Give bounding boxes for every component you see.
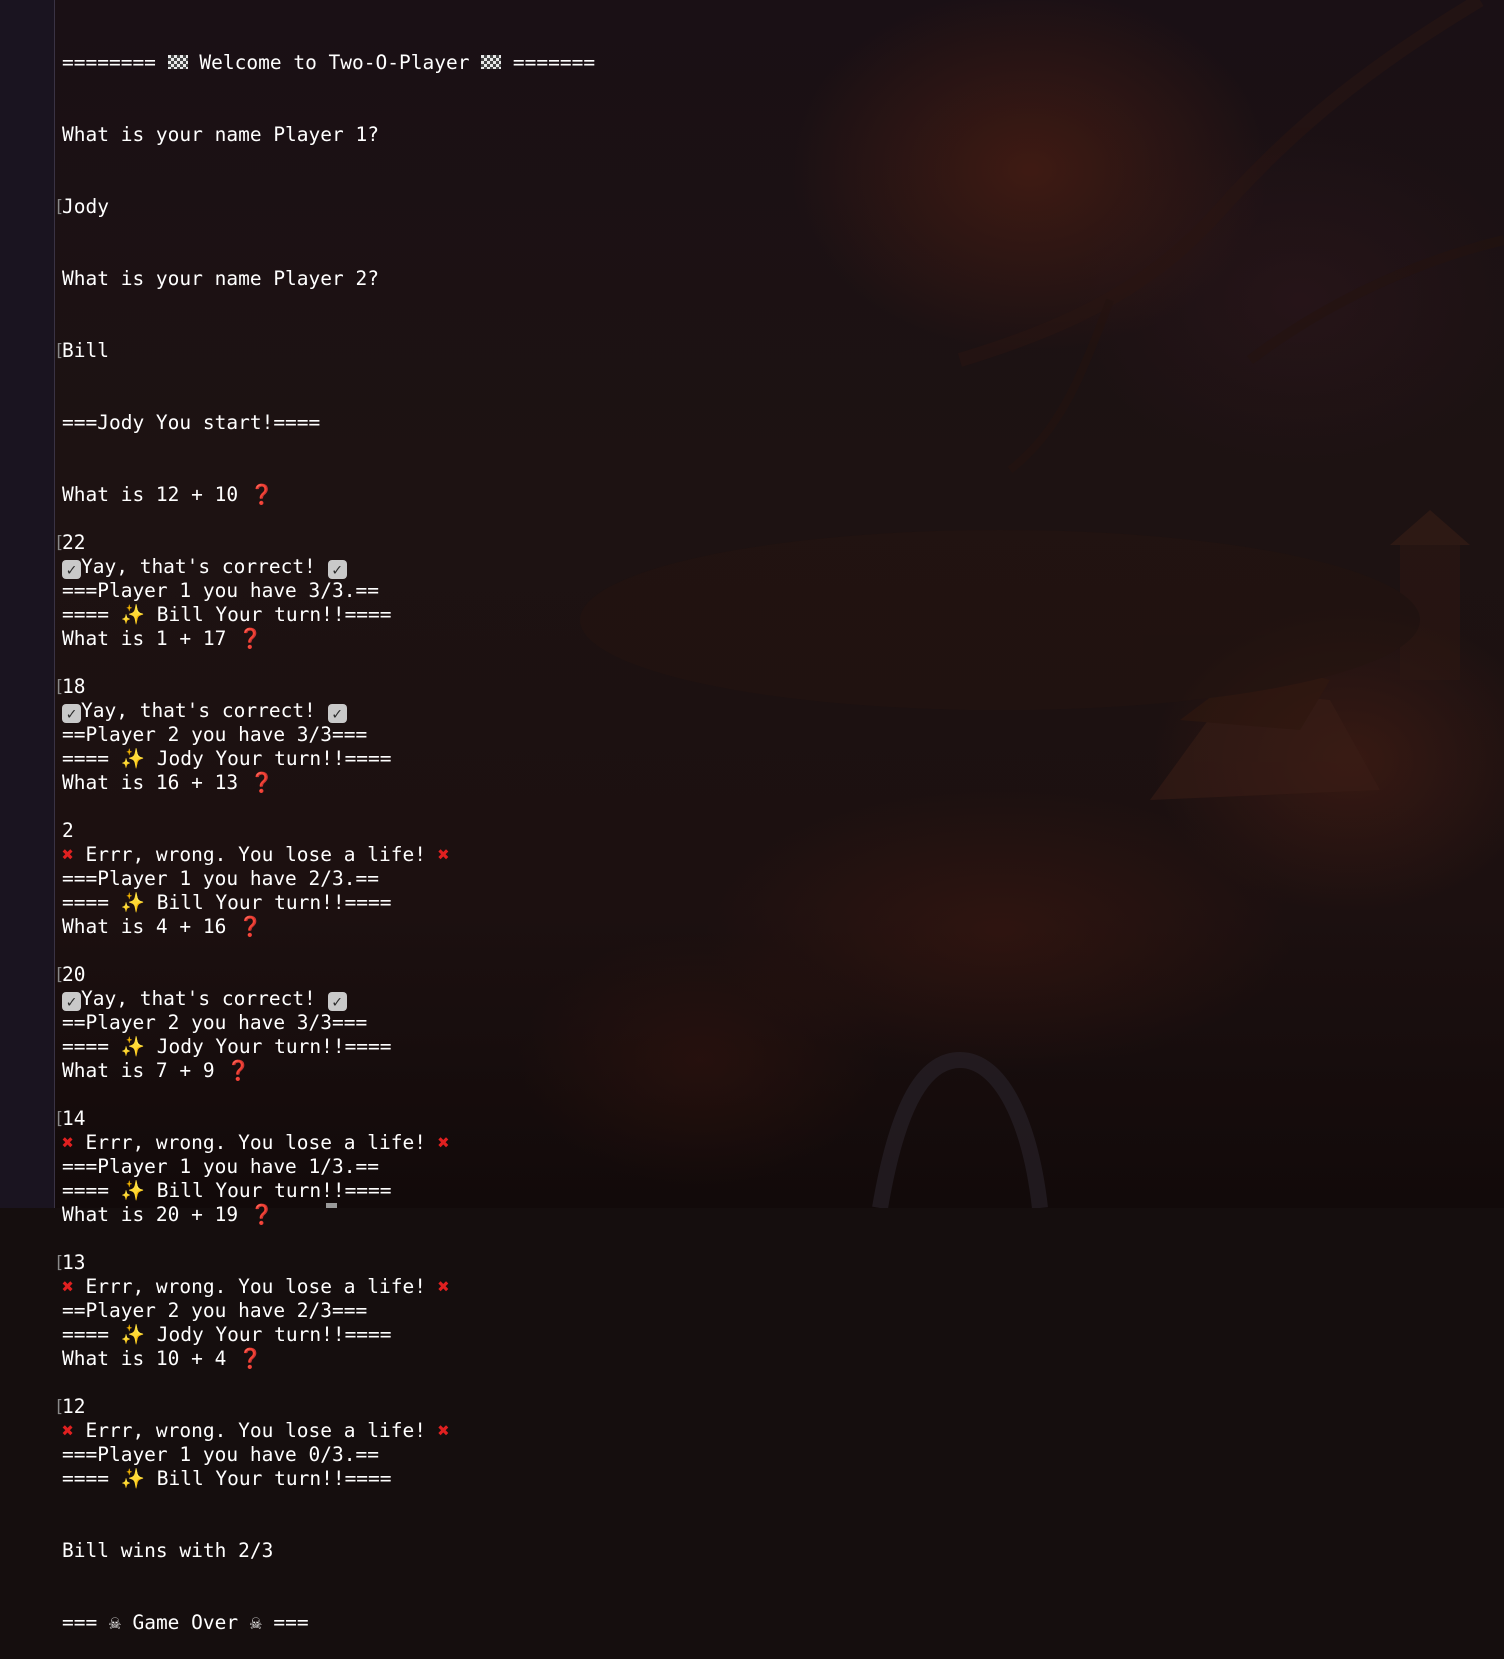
check-icon: ✓	[327, 704, 347, 723]
check-icon: ✓	[327, 992, 347, 1011]
input-marker: [	[54, 533, 65, 553]
hill	[580, 530, 1420, 710]
sparkle-icon: ✨	[120, 1035, 145, 1058]
result-wrong: ✖ Errr, wrong. You lose a life! ✖	[62, 843, 450, 866]
answer-line: [14	[54, 1107, 86, 1130]
cross-icon: ✖	[437, 843, 450, 866]
game-over-banner: === ☠ Game Over ☠ ===	[62, 1611, 309, 1634]
tree-branch	[1247, 235, 1504, 365]
check-icon: ✓	[62, 704, 81, 723]
input-marker: [	[54, 1397, 65, 1417]
score-line: ===Player 1 you have 0/3.==	[62, 1443, 379, 1466]
score-line: ==Player 2 you have 3/3===	[62, 723, 368, 746]
checkered-flag-icon	[481, 55, 502, 69]
sparkle-icon: ✨	[120, 747, 145, 770]
result-wrong: ✖ Errr, wrong. You lose a life! ✖	[62, 1131, 450, 1154]
check-icon: ✓	[327, 560, 347, 579]
question-mark-icon: ❓	[249, 483, 275, 506]
prompt-player-2: What is your name Player 2?	[62, 267, 379, 290]
question-line: What is 16 + 13 ❓	[62, 771, 275, 794]
cross-icon: ✖	[437, 1131, 450, 1154]
question-line: What is 12 + 10 ❓	[62, 483, 275, 506]
input-marker: [	[54, 677, 65, 697]
result-wrong: ✖ Errr, wrong. You lose a life! ✖	[62, 1275, 450, 1298]
check-icon: ✓	[62, 992, 81, 1011]
checkered-flag-icon	[167, 55, 188, 69]
village-tower-roof	[1390, 510, 1470, 545]
sparkle-icon: ✨	[120, 891, 145, 914]
check-icon: ✓	[62, 560, 81, 579]
window-sidebar-edge	[0, 0, 55, 1208]
result-correct: ✓ Yay, that's correct! ✓	[62, 699, 595, 723]
terminal-output[interactable]: ======== Welcome to Two-O-Player =======…	[54, 3, 596, 1659]
cross-icon: ✖	[62, 843, 74, 866]
turn-line: ==== ✨ Bill Your turn!!====	[62, 1467, 392, 1490]
start-message: ===Jody You start!====	[62, 411, 321, 434]
score-line: ===Player 1 you have 2/3.==	[62, 867, 379, 890]
question-mark-icon: ❓	[249, 1203, 275, 1226]
turn-line: ==== ✨ Bill Your turn!!====	[62, 891, 392, 914]
input-marker: [	[54, 341, 65, 361]
turn-line: ==== ✨ Bill Your turn!!====	[62, 1179, 392, 1202]
input-marker: [	[54, 965, 65, 985]
cross-icon: ✖	[437, 1419, 450, 1442]
sparkle-icon: ✨	[120, 1323, 145, 1346]
input-player-1: [Jody	[54, 195, 109, 218]
turn-line: ==== ✨ Bill Your turn!!====	[62, 603, 392, 626]
game-rounds: What is 12 + 10 ❓[22 ✓ Yay, that's correct…	[54, 483, 595, 1491]
input-marker: [	[54, 197, 65, 217]
question-line: What is 7 + 9 ❓	[62, 1059, 251, 1082]
turn-line: ==== ✨ Jody Your turn!!====	[62, 1323, 392, 1346]
sparkle-icon: ✨	[120, 1179, 145, 1202]
winner-message: Bill wins with 2/3	[62, 1539, 274, 1562]
welcome-banner: ======== Welcome to Two-O-Player =======	[62, 51, 596, 74]
question-mark-icon: ❓	[238, 627, 263, 650]
tree-branch	[957, 0, 1484, 367]
answer-line: [20	[54, 963, 86, 986]
sparkle-icon: ✨	[120, 1467, 145, 1490]
result-wrong: ✖ Errr, wrong. You lose a life! ✖	[62, 1419, 450, 1442]
score-line: ===Player 1 you have 1/3.==	[62, 1155, 379, 1178]
score-line: ===Player 1 you have 3/3.==	[62, 579, 379, 602]
skull-icon: ☠	[108, 1611, 121, 1634]
skull-icon: ☠	[249, 1611, 262, 1634]
cross-icon: ✖	[437, 1275, 450, 1298]
score-line: ==Player 2 you have 2/3===	[62, 1299, 368, 1322]
question-mark-icon: ❓	[249, 771, 275, 794]
sparkle-icon: ✨	[120, 603, 145, 626]
result-correct: ✓ Yay, that's correct! ✓	[62, 987, 595, 1011]
cross-icon: ✖	[62, 1419, 74, 1442]
question-mark-icon: ❓	[238, 1347, 263, 1370]
input-player-2: [Bill	[54, 339, 109, 362]
turn-line: ==== ✨ Jody Your turn!!====	[62, 1035, 392, 1058]
answer-line: [18	[54, 675, 86, 698]
cross-icon: ✖	[62, 1275, 74, 1298]
terminal-cursor	[326, 1203, 337, 1208]
question-mark-icon: ❓	[238, 915, 263, 938]
prompt-player-1: What is your name Player 1?	[62, 123, 379, 146]
answer-line: [22	[54, 531, 86, 554]
turn-line: ==== ✨ Jody Your turn!!====	[62, 747, 392, 770]
question-line: What is 4 + 16 ❓	[62, 915, 263, 938]
answer-line: [13	[54, 1251, 86, 1274]
cross-icon: ✖	[62, 1131, 74, 1154]
answer-line: [2	[62, 819, 74, 842]
stone-arch	[872, 1051, 1048, 1208]
question-line: What is 1 + 17 ❓	[62, 627, 263, 650]
answer-line: [12	[54, 1395, 86, 1418]
result-correct: ✓ Yay, that's correct! ✓	[62, 555, 595, 579]
input-marker: [	[54, 1253, 65, 1273]
question-mark-icon: ❓	[226, 1059, 251, 1082]
question-line: What is 10 + 4 ❓	[62, 1347, 263, 1370]
input-marker: [	[54, 1109, 65, 1129]
score-line: ==Player 2 you have 3/3===	[62, 1011, 368, 1034]
